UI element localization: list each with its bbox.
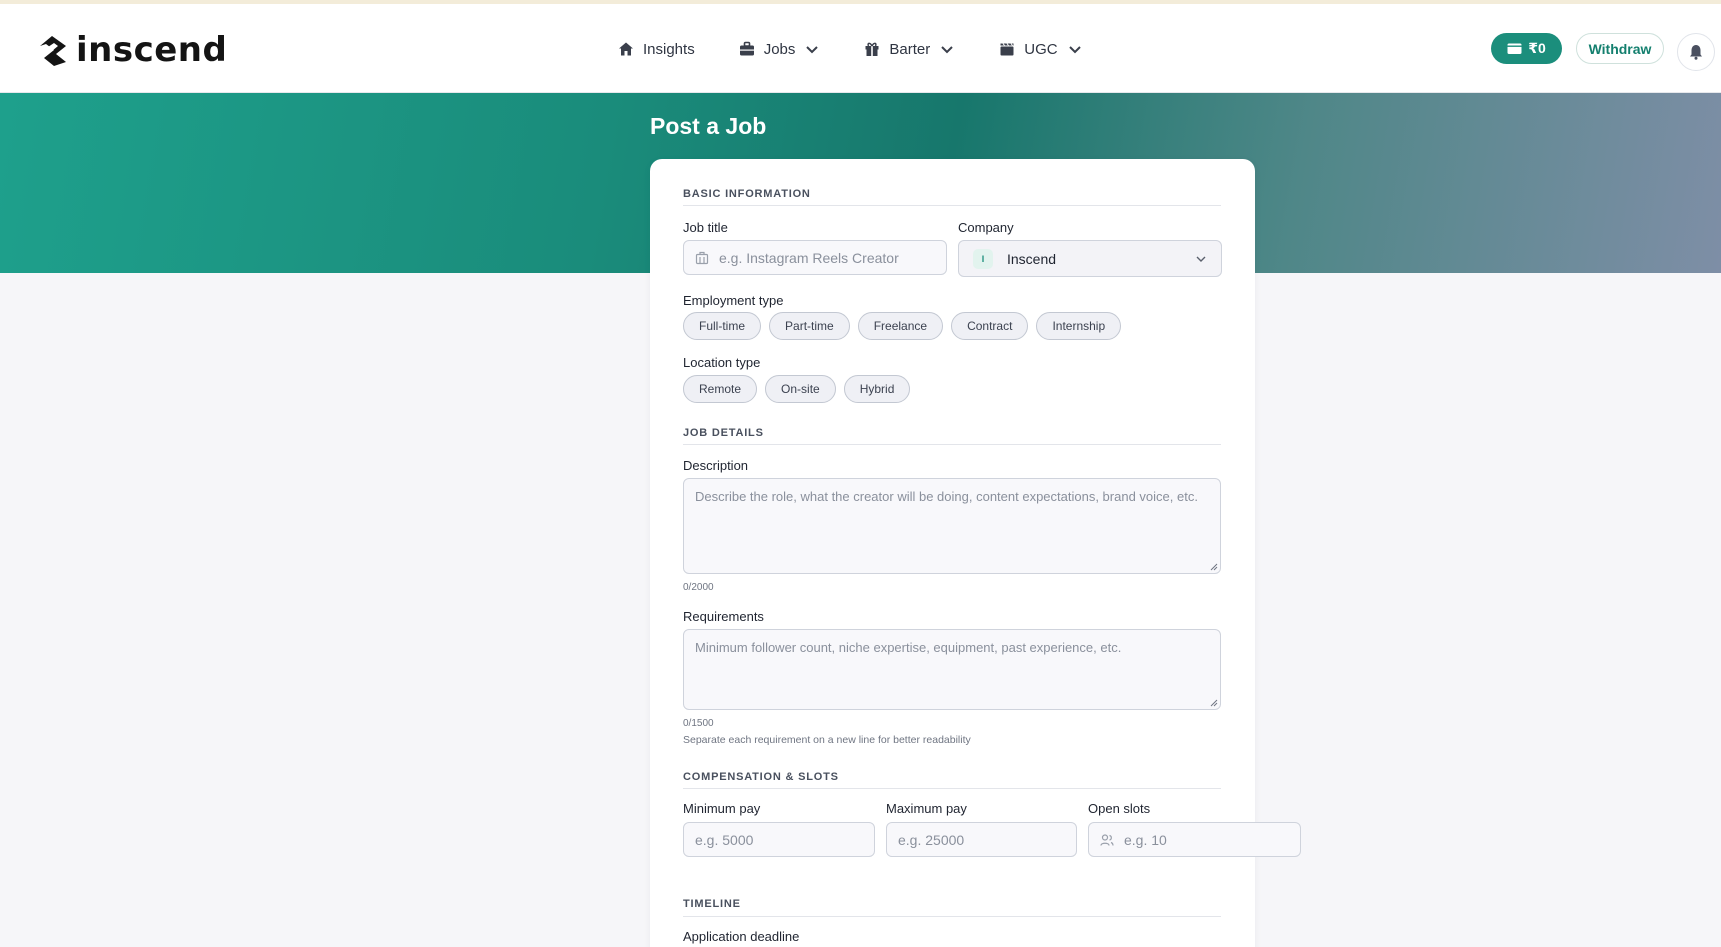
company-label: Company bbox=[958, 220, 1014, 235]
resize-handle-icon[interactable] bbox=[1210, 699, 1218, 707]
location-type-chips: Remote On-site Hybrid bbox=[683, 375, 911, 403]
wallet-balance-button[interactable]: ₹0 bbox=[1491, 33, 1562, 64]
page-title: Post a Job bbox=[650, 113, 767, 139]
logo-mark-icon bbox=[40, 36, 66, 66]
nav-insights-label: Insights bbox=[643, 40, 695, 58]
gift-icon bbox=[865, 42, 879, 56]
nav-barter[interactable]: Barter bbox=[864, 34, 955, 64]
section-divider bbox=[683, 788, 1221, 789]
requirements-placeholder: Minimum follower count, niche expertise,… bbox=[695, 640, 1122, 655]
job-title-input[interactable]: e.g. Instagram Reels Creator bbox=[683, 240, 947, 275]
chip-hybrid[interactable]: Hybrid bbox=[843, 375, 911, 403]
wallet-balance: ₹0 bbox=[1528, 40, 1546, 56]
section-divider bbox=[683, 205, 1221, 206]
home-icon bbox=[619, 42, 633, 56]
chip-internship[interactable]: Internship bbox=[1036, 312, 1122, 340]
section-title-basic: BASIC INFORMATION bbox=[683, 188, 811, 200]
requirements-textarea[interactable]: Minimum follower count, niche expertise,… bbox=[683, 629, 1221, 710]
employment-type-chips: Full-time Part-time Freelance Contract I… bbox=[683, 312, 1122, 340]
job-title-label: Job title bbox=[683, 220, 728, 235]
max-pay-input[interactable]: e.g. 25000 bbox=[886, 822, 1077, 857]
min-pay-label: Minimum pay bbox=[683, 801, 761, 816]
max-pay-label: Maximum pay bbox=[886, 801, 967, 816]
nav-ugc[interactable]: UGC bbox=[999, 34, 1082, 64]
chip-on-site[interactable]: On-site bbox=[765, 375, 836, 403]
requirements-label: Requirements bbox=[683, 609, 764, 624]
company-select[interactable]: I Inscend bbox=[958, 240, 1222, 277]
location-type-label: Location type bbox=[683, 355, 761, 370]
logo-wordmark: inscend bbox=[76, 30, 228, 70]
clapperboard-icon bbox=[1000, 43, 1014, 56]
section-divider bbox=[683, 916, 1221, 917]
nav-jobs-label: Jobs bbox=[763, 40, 796, 58]
chevron-down-icon bbox=[806, 46, 819, 54]
chevron-down-icon bbox=[1068, 46, 1081, 54]
section-divider bbox=[683, 444, 1221, 445]
nav-jobs[interactable]: Jobs bbox=[739, 34, 821, 64]
requirements-hint: Separate each requirement on a new line … bbox=[683, 734, 971, 746]
description-char-counter: 0/2000 bbox=[683, 582, 714, 593]
chip-full-time[interactable]: Full-time bbox=[683, 312, 762, 340]
wallet-icon bbox=[1507, 43, 1522, 54]
briefcase-icon bbox=[739, 41, 754, 56]
open-slots-label: Open slots bbox=[1088, 801, 1151, 816]
resize-handle-icon[interactable] bbox=[1210, 563, 1218, 571]
bell-icon bbox=[1690, 45, 1702, 60]
post-job-form: BASIC INFORMATION Job title e.g. Instagr… bbox=[650, 159, 1301, 947]
open-slots-placeholder: e.g. 10 bbox=[1124, 831, 1167, 848]
job-title-placeholder: e.g. Instagram Reels Creator bbox=[719, 249, 899, 266]
min-pay-placeholder: e.g. 5000 bbox=[695, 831, 754, 848]
requirements-char-counter: 0/1500 bbox=[683, 718, 714, 729]
building-icon bbox=[695, 251, 709, 264]
company-selected-value: Inscend bbox=[1007, 250, 1057, 267]
withdraw-button[interactable]: Withdraw bbox=[1576, 33, 1664, 64]
description-label: Description bbox=[683, 458, 749, 473]
section-title-timeline: TIMELINE bbox=[683, 898, 741, 910]
description-placeholder: Describe the role, what the creator will… bbox=[695, 489, 1198, 504]
inscend-logo[interactable]: inscend bbox=[36, 30, 227, 70]
chip-part-time[interactable]: Part-time bbox=[769, 312, 850, 340]
description-textarea[interactable]: Describe the role, what the creator will… bbox=[683, 478, 1221, 574]
chip-freelance[interactable]: Freelance bbox=[857, 312, 944, 340]
main-nav: Insights Jobs Barter UGC bbox=[618, 34, 1083, 64]
max-pay-placeholder: e.g. 25000 bbox=[898, 831, 965, 848]
application-deadline-label: Application deadline bbox=[683, 929, 800, 944]
users-icon bbox=[1100, 833, 1114, 846]
min-pay-input[interactable]: e.g. 5000 bbox=[683, 822, 875, 857]
company-avatar: I bbox=[973, 248, 993, 269]
chip-contract[interactable]: Contract bbox=[951, 312, 1029, 340]
nav-ugc-label: UGC bbox=[1024, 40, 1058, 58]
open-slots-input[interactable]: e.g. 10 bbox=[1088, 822, 1301, 857]
section-title-compensation: COMPENSATION & SLOTS bbox=[683, 771, 839, 783]
top-navbar: inscend Insights Jobs Barter UGC ₹0 With… bbox=[0, 4, 1721, 93]
notifications-button[interactable] bbox=[1677, 33, 1715, 71]
chevron-down-icon bbox=[941, 46, 953, 54]
nav-insights[interactable]: Insights bbox=[618, 34, 695, 64]
employment-type-label: Employment type bbox=[683, 293, 784, 308]
chip-remote[interactable]: Remote bbox=[683, 375, 758, 403]
section-title-details: JOB DETAILS bbox=[683, 427, 764, 439]
chevron-down-icon bbox=[1196, 256, 1206, 262]
nav-barter-label: Barter bbox=[889, 40, 931, 58]
